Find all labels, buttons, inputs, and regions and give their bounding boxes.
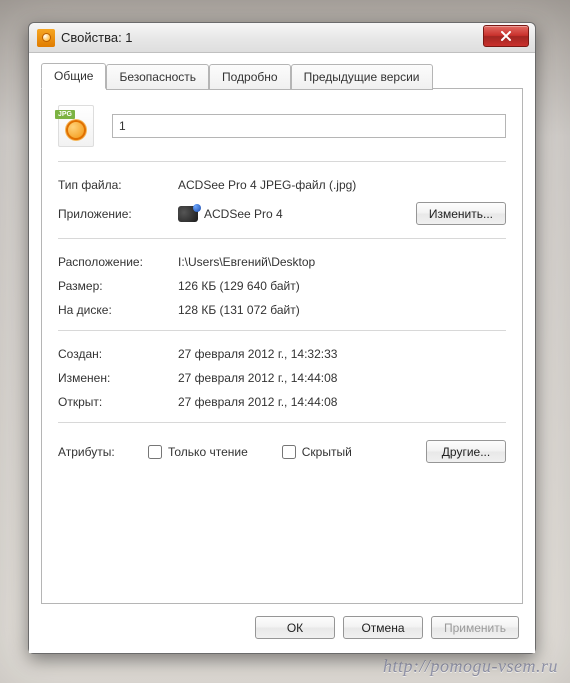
label-file-type: Тип файла:	[58, 178, 178, 192]
checkbox-readonly-input[interactable]	[148, 445, 162, 459]
file-type-icon	[58, 105, 94, 147]
label-attributes: Атрибуты:	[58, 445, 140, 459]
label-application: Приложение:	[58, 207, 178, 221]
value-created: 27 февраля 2012 г., 14:32:33	[178, 347, 506, 361]
label-size: Размер:	[58, 279, 178, 293]
checkbox-readonly[interactable]: Только чтение	[148, 445, 248, 459]
label-accessed: Открыт:	[58, 395, 178, 409]
value-size-on-disk: 128 КБ (131 072 байт)	[178, 303, 506, 317]
client-area: Общие Безопасность Подробно Предыдущие в…	[29, 53, 535, 653]
checkbox-readonly-label: Только чтение	[168, 445, 248, 459]
value-size: 126 КБ (129 640 байт)	[178, 279, 506, 293]
separator	[58, 238, 506, 240]
separator	[58, 422, 506, 424]
window-title: Свойства: 1	[61, 30, 133, 45]
value-accessed: 27 февраля 2012 г., 14:44:08	[178, 395, 506, 409]
tab-previous-versions[interactable]: Предыдущие версии	[291, 64, 433, 90]
tab-general[interactable]: Общие	[41, 63, 106, 89]
close-icon	[500, 31, 512, 41]
label-modified: Изменен:	[58, 371, 178, 385]
other-attributes-button[interactable]: Другие...	[426, 440, 506, 463]
tab-strip: Общие Безопасность Подробно Предыдущие в…	[41, 63, 523, 89]
properties-dialog: Свойства: 1 Общие Безопасность Подробно …	[28, 22, 536, 654]
filename-input[interactable]	[112, 114, 506, 138]
separator	[58, 330, 506, 332]
ok-button[interactable]: ОК	[255, 616, 335, 639]
value-file-type: ACDSee Pro 4 JPEG-файл (.jpg)	[178, 178, 506, 192]
dialog-button-row: ОК Отмена Применить	[41, 604, 523, 643]
titlebar[interactable]: Свойства: 1	[29, 23, 535, 53]
label-created: Создан:	[58, 347, 178, 361]
value-application: ACDSee Pro 4	[204, 207, 416, 221]
watermark-text: http://pomogu-vsem.ru	[383, 656, 558, 677]
separator	[58, 161, 506, 163]
value-location: I:\Users\Евгений\Desktop	[178, 255, 506, 269]
close-button[interactable]	[483, 25, 529, 47]
checkbox-hidden-label: Скрытый	[302, 445, 352, 459]
value-modified: 27 февраля 2012 г., 14:44:08	[178, 371, 506, 385]
tab-panel-general: Тип файла: ACDSee Pro 4 JPEG-файл (.jpg)…	[41, 88, 523, 604]
checkbox-hidden-input[interactable]	[282, 445, 296, 459]
tab-details[interactable]: Подробно	[209, 64, 291, 90]
cancel-button[interactable]: Отмена	[343, 616, 423, 639]
label-location: Расположение:	[58, 255, 178, 269]
label-size-on-disk: На диске:	[58, 303, 178, 317]
window-icon	[37, 29, 55, 47]
checkbox-hidden[interactable]: Скрытый	[282, 445, 352, 459]
apply-button[interactable]: Применить	[431, 616, 519, 639]
tab-security[interactable]: Безопасность	[106, 64, 209, 90]
app-icon	[178, 206, 198, 222]
change-app-button[interactable]: Изменить...	[416, 202, 506, 225]
